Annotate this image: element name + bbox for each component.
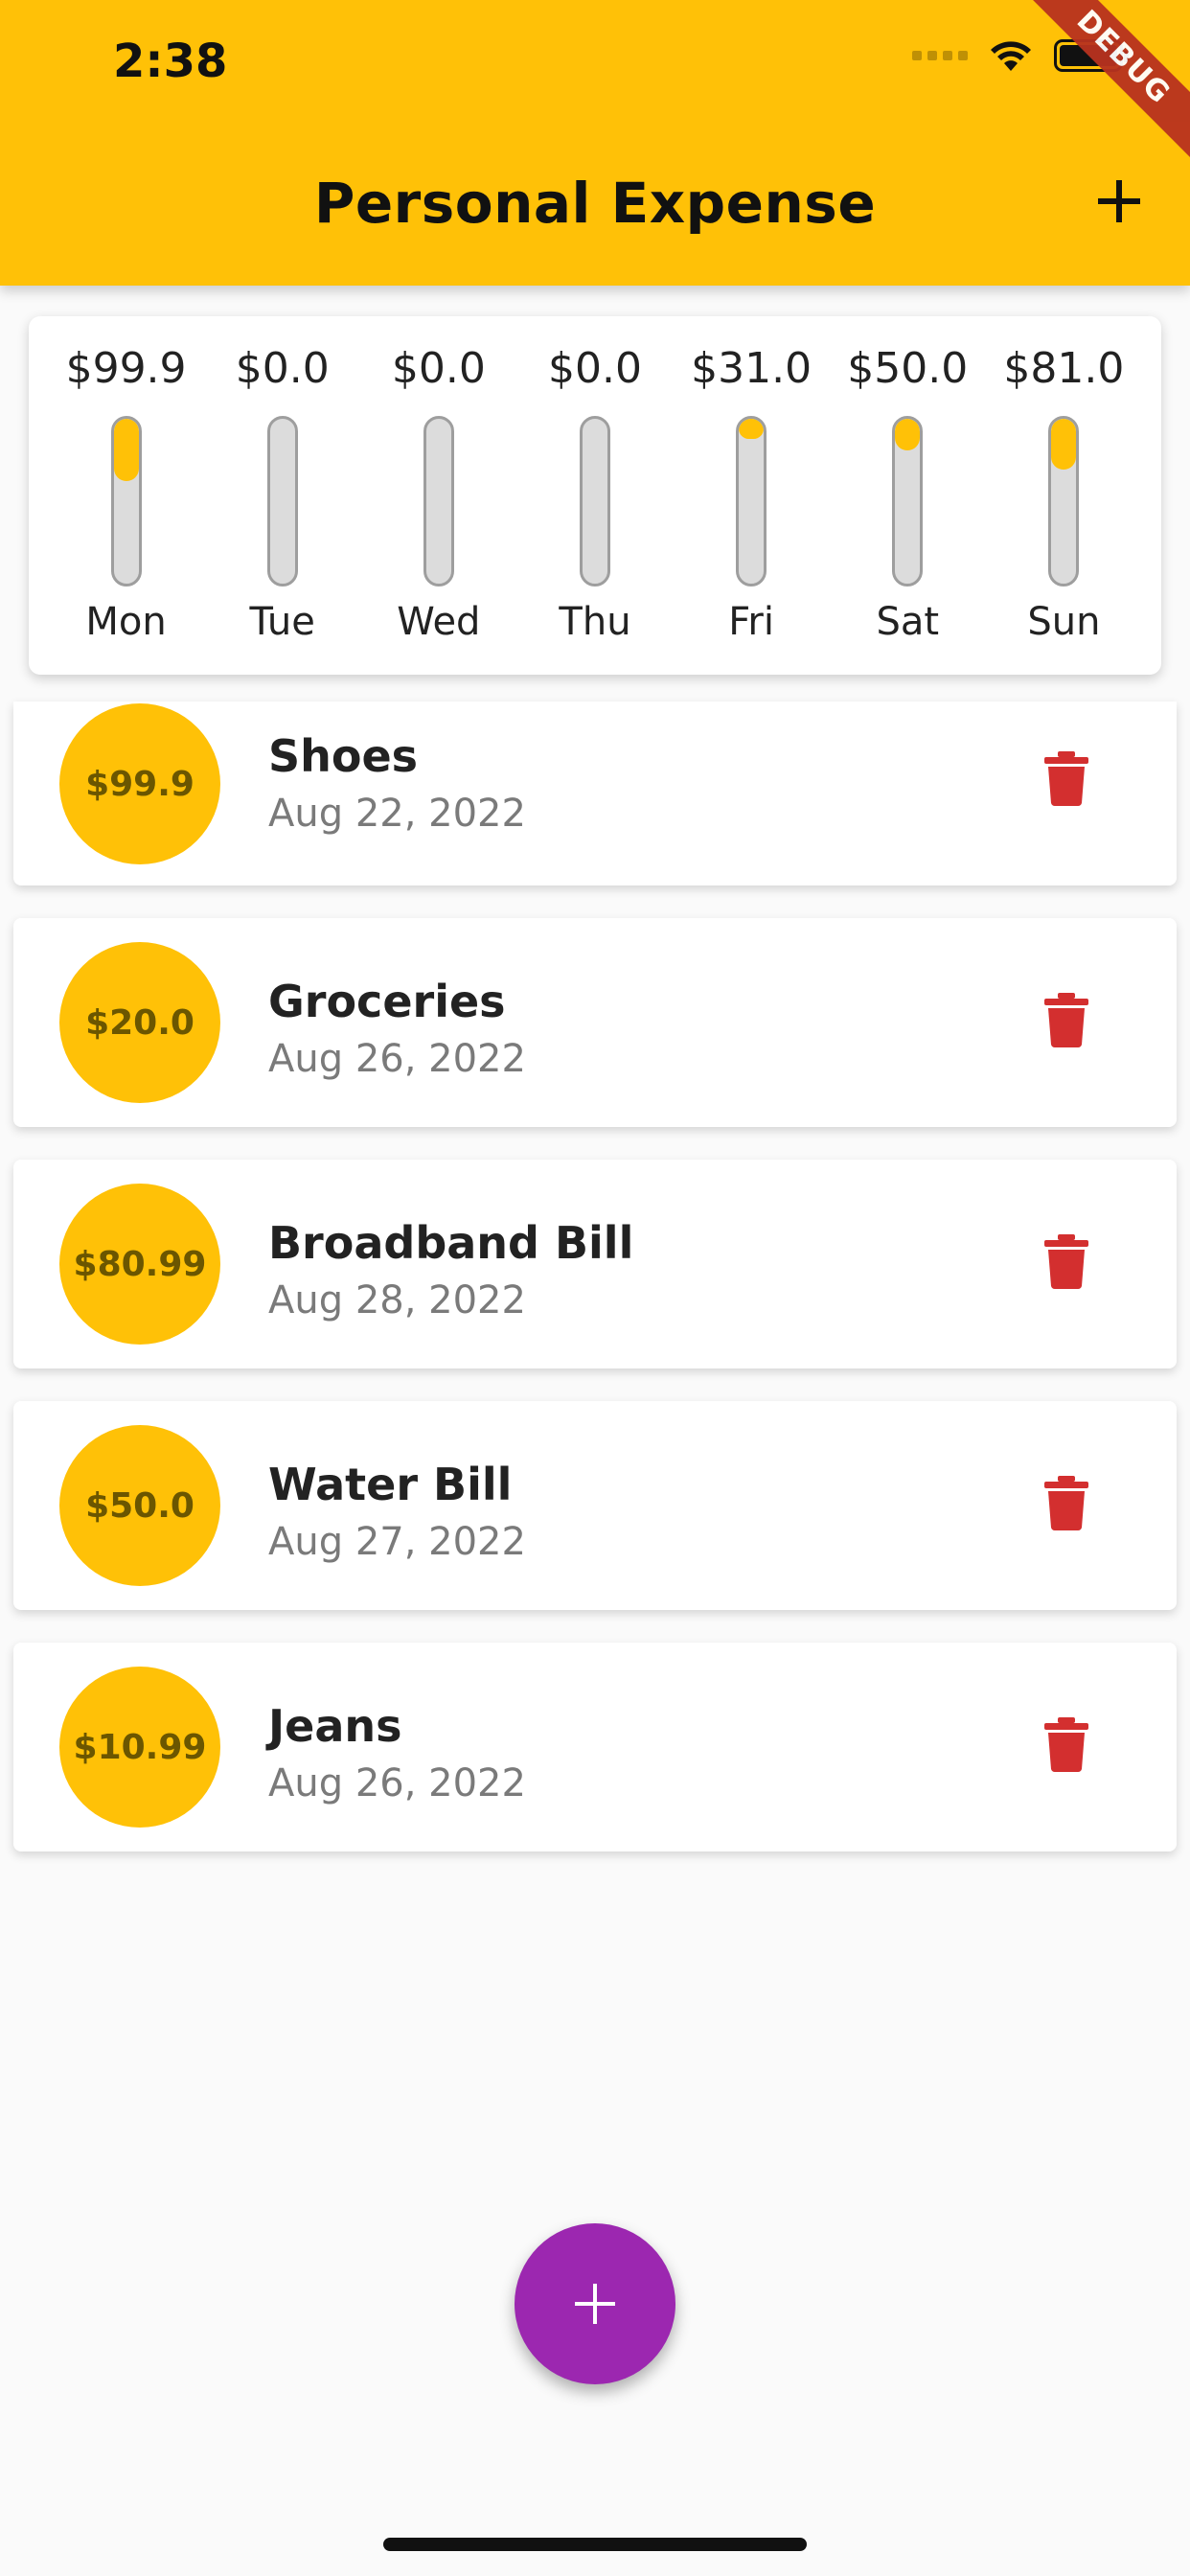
transaction-date: Aug 28, 2022 [268, 1278, 526, 1322]
cellular-signal-icon [912, 51, 968, 60]
chart-bar-sat: $50.0 Sat [835, 337, 979, 644]
transaction-date: Aug 22, 2022 [268, 792, 526, 836]
amount-avatar: $80.99 [59, 1184, 220, 1345]
bar-track [266, 416, 298, 586]
transaction-item: $10.99 Jeans Aug 26, 2022 [13, 1643, 1177, 1852]
bar-amount: $50.0 [847, 344, 969, 393]
chart-bars: $99.9 Mon $0.0 Tue $0.0 Wed $0.0 Thu $31.0 Fri $50… [48, 337, 1142, 644]
chart-bar-thu: $0.0 Thu [523, 337, 667, 644]
amount-avatar: $99.9 [59, 703, 220, 864]
bar-day-label: Wed [397, 600, 481, 644]
bar-track [892, 416, 924, 586]
transaction-item: $99.9 Shoes Aug 22, 2022 [13, 702, 1177, 886]
add-fab-button[interactable] [515, 2223, 675, 2384]
transaction-title: Shoes [268, 730, 419, 782]
weekly-chart-card: $99.9 Mon $0.0 Tue $0.0 Wed $0.0 Thu $31.0 Fri $50… [29, 316, 1161, 675]
bar-day-label: Mon [85, 600, 167, 644]
amount-avatar: $10.99 [59, 1667, 220, 1828]
bar-amount: $99.9 [65, 344, 187, 393]
bar-fill [113, 419, 139, 482]
bar-day-label: Thu [559, 600, 631, 644]
transaction-title: Jeans [268, 1700, 402, 1752]
chart-bar-wed: $0.0 Wed [367, 337, 511, 644]
status-time: 2:38 [113, 34, 228, 88]
plus-icon [575, 2284, 615, 2324]
app-bar: 2:38 Personal Expense [0, 0, 1190, 286]
bar-track [110, 416, 142, 586]
home-indicator [383, 2538, 807, 2551]
page-title: Personal Expense [313, 171, 877, 236]
bar-fill [895, 419, 921, 450]
bar-day-label: Sun [1027, 600, 1101, 644]
bar-day-label: Fri [728, 600, 774, 644]
chart-bar-fri: $31.0 Fri [679, 337, 823, 644]
bar-amount: $31.0 [691, 344, 812, 393]
bar-fill [739, 419, 765, 439]
bar-amount: $0.0 [391, 344, 486, 393]
app-screen: 2:38 Personal Expense DEBUG $99.9 Mon $0.0… [0, 0, 1190, 2576]
delete-icon[interactable] [1042, 1715, 1090, 1773]
delete-icon[interactable] [1042, 1474, 1090, 1531]
chart-bar-sun: $81.0 Sun [992, 337, 1135, 644]
transaction-title: Groceries [268, 976, 506, 1027]
transaction-item: $50.0 Water Bill Aug 27, 2022 [13, 1401, 1177, 1610]
transaction-date: Aug 26, 2022 [268, 1037, 526, 1081]
transaction-date: Aug 26, 2022 [268, 1761, 526, 1806]
wifi-icon [991, 41, 1031, 71]
bar-day-label: Sat [876, 600, 940, 644]
transaction-title: Broadband Bill [268, 1217, 634, 1269]
transaction-date: Aug 27, 2022 [268, 1520, 526, 1564]
amount-avatar: $50.0 [59, 1425, 220, 1586]
add-transaction-button[interactable] [1090, 172, 1148, 230]
delete-icon[interactable] [1042, 991, 1090, 1048]
chart-bar-mon: $99.9 Mon [55, 337, 198, 644]
bar-track [736, 416, 767, 586]
amount-avatar: $20.0 [59, 942, 220, 1103]
chart-bar-tue: $0.0 Tue [211, 337, 355, 644]
delete-icon[interactable] [1042, 1232, 1090, 1290]
delete-icon[interactable] [1042, 749, 1090, 807]
bar-day-label: Tue [249, 600, 315, 644]
bar-amount: $81.0 [1003, 344, 1125, 393]
transaction-list: $99.9 Shoes Aug 22, 2022 $20.0 Groceries Aug … [13, 702, 1177, 1884]
bar-track [1048, 416, 1080, 586]
bar-amount: $0.0 [235, 344, 330, 393]
bar-track [423, 416, 454, 586]
bar-amount: $0.0 [548, 344, 642, 393]
transaction-item: $20.0 Groceries Aug 26, 2022 [13, 918, 1177, 1127]
bar-fill [1051, 419, 1077, 471]
bar-track [579, 416, 610, 586]
transaction-item: $80.99 Broadband Bill Aug 28, 2022 [13, 1160, 1177, 1368]
transaction-title: Water Bill [268, 1459, 513, 1510]
